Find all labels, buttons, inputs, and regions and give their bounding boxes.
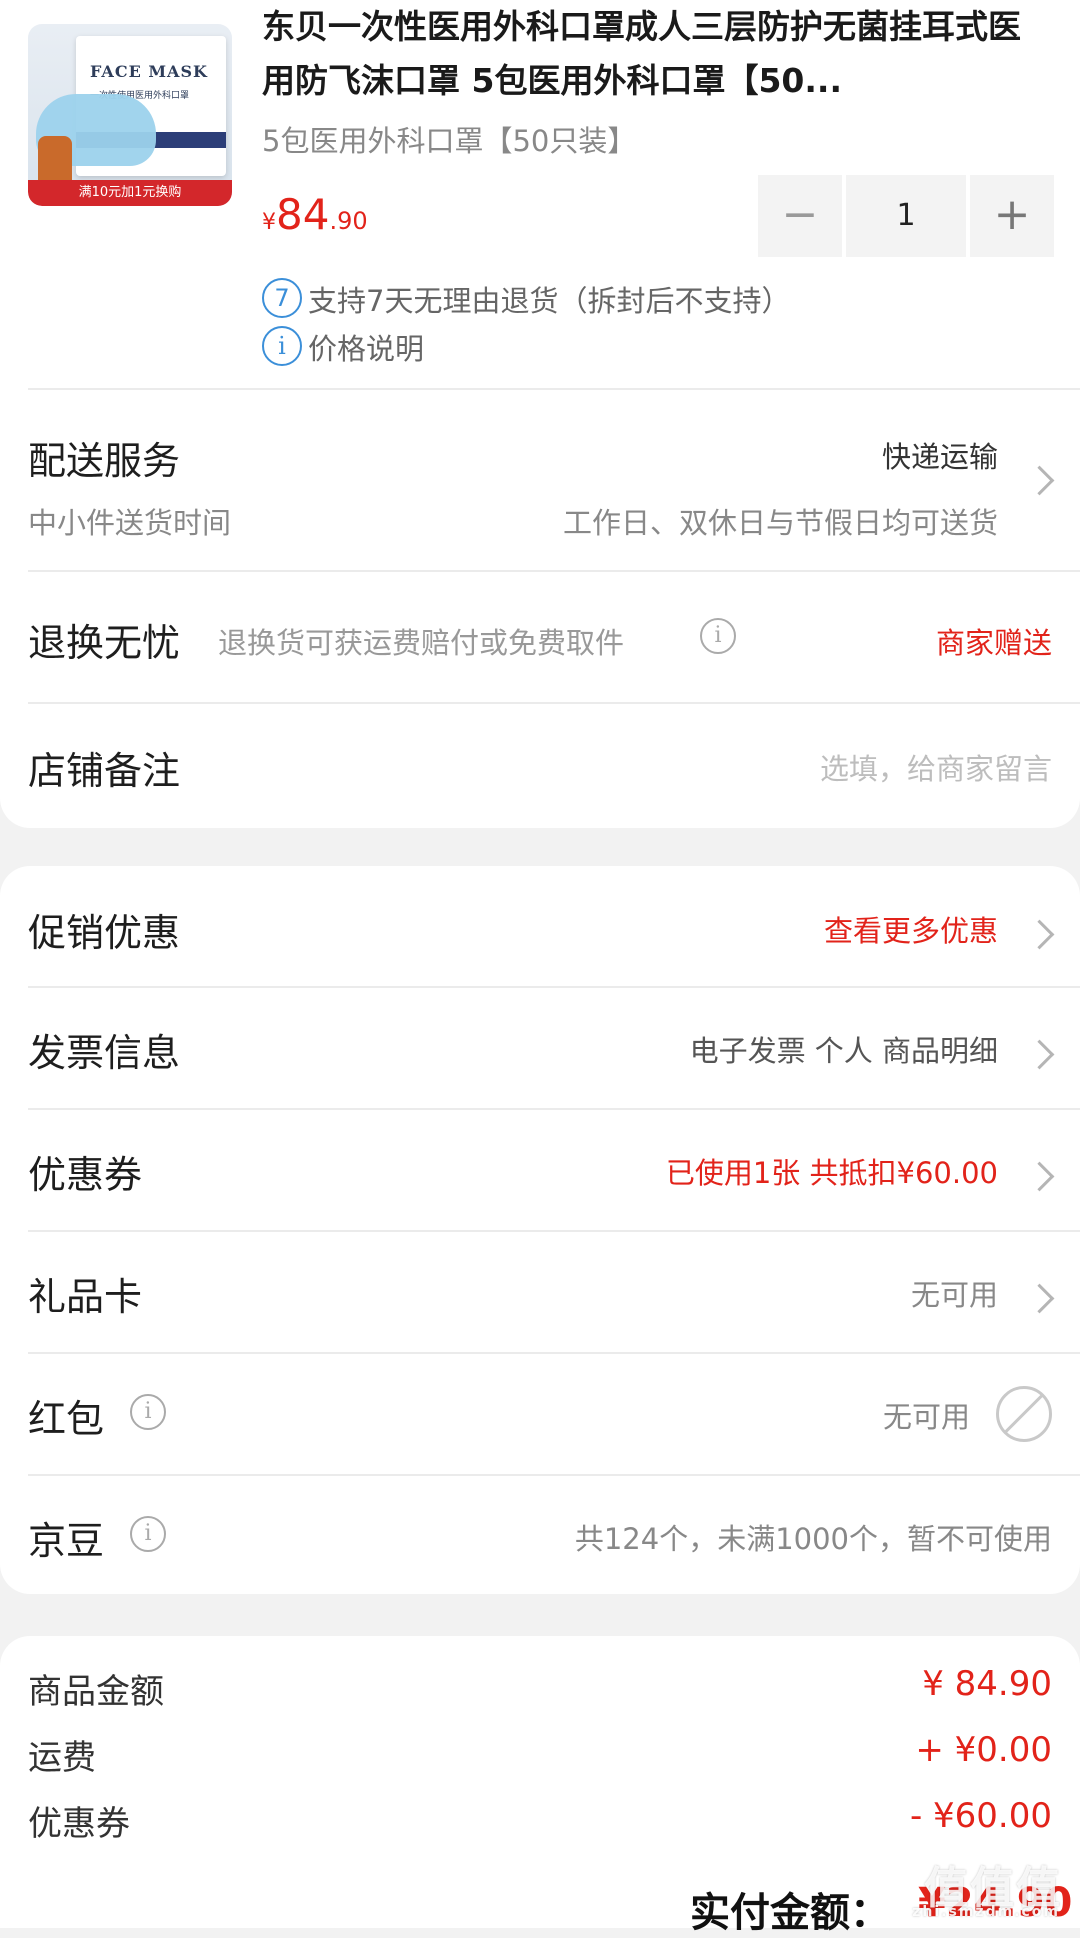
gift-card-value: 无可用 xyxy=(910,1278,998,1312)
increase-button[interactable]: + xyxy=(970,175,1054,257)
price-integer: 84 xyxy=(276,190,330,239)
delivery-label: 配送服务 xyxy=(28,439,181,483)
delivery-sub-label: 中小件送货时间 xyxy=(28,506,232,540)
divider xyxy=(28,702,1080,704)
info-icon[interactable]: i xyxy=(130,1516,166,1552)
info-icon: i xyxy=(262,326,302,366)
divider xyxy=(28,1230,1080,1232)
exchange-label: 退换无忧 xyxy=(28,621,181,665)
info-icon[interactable]: i xyxy=(130,1394,166,1430)
coupon-value: 已使用1张 共抵扣¥60.00 xyxy=(665,1156,998,1190)
price-decimal: .90 xyxy=(329,207,368,235)
coupon-discount-label: 优惠券 xyxy=(28,1804,130,1844)
coupon-label: 优惠券 xyxy=(28,1153,143,1197)
divider xyxy=(28,1108,1080,1110)
promotion-label: 促销优惠 xyxy=(28,911,181,955)
chevron-right-icon xyxy=(1024,919,1055,950)
gift-card-label: 礼品卡 xyxy=(28,1275,143,1319)
divider xyxy=(28,388,1080,390)
delivery-time-value: 工作日、双休日与节假日均可送货 xyxy=(562,506,998,540)
divider xyxy=(28,1474,1080,1476)
delivery-value: 快递运输 xyxy=(881,440,998,474)
order-item-card: FACE MASK 一次性使用医用外科口罩 满10元加1元换购 东贝一次性医用外… xyxy=(0,0,1080,828)
divider xyxy=(28,986,1080,988)
chevron-right-icon xyxy=(1024,1283,1055,1314)
product-variant[interactable]: 5包医用外科口罩【50只装】 xyxy=(262,118,636,160)
watermark-logo: 值值值 zhi.smzdm.com xyxy=(912,1852,1074,1922)
quantity-value[interactable]: 1 xyxy=(846,175,966,257)
store-note-label: 店铺备注 xyxy=(28,749,181,793)
total-pay-label: 实付金额： xyxy=(690,1890,890,1936)
product-price: ¥84.90 xyxy=(262,190,368,239)
invoice-value: 电子发票 个人 商品明细 xyxy=(689,1034,998,1068)
coupon-discount-value: - ¥60.00 xyxy=(909,1796,1052,1836)
product-title[interactable]: 东贝一次性医用外科口罩成人三层防护无菌挂耳式医用防飞沫口罩 5包医用外科口罩【5… xyxy=(262,0,1052,108)
package-title: FACE MASK xyxy=(90,62,208,81)
shipping-label: 运费 xyxy=(28,1738,96,1778)
promo-banner: 满10元加1元换购 xyxy=(28,180,232,206)
shipping-value: + ¥0.00 xyxy=(915,1730,1052,1770)
exchange-value: 商家赠送 xyxy=(935,626,1052,660)
store-note-input[interactable]: 选填，给商家留言 xyxy=(820,746,1052,788)
goods-amount-label: 商品金额 xyxy=(28,1672,164,1712)
red-packet-value: 无可用 xyxy=(882,1400,970,1434)
product-image[interactable]: FACE MASK 一次性使用医用外科口罩 满10元加1元换购 xyxy=(28,24,232,206)
promotion-value: 查看更多优惠 xyxy=(823,914,998,948)
watermark-sub: zhi.smzdm.com xyxy=(912,1904,1060,1920)
seven-day-return-icon: 7 xyxy=(262,278,302,318)
chevron-right-icon xyxy=(1024,1039,1055,1070)
invoice-label: 发票信息 xyxy=(28,1031,181,1075)
goods-amount-value: ¥ 84.90 xyxy=(922,1664,1052,1704)
price-currency: ¥ xyxy=(262,210,276,235)
decrease-button[interactable]: − xyxy=(758,175,842,257)
jingdou-label: 京豆 xyxy=(28,1519,105,1563)
disabled-icon xyxy=(996,1386,1052,1442)
price-info-link[interactable]: 价格说明 xyxy=(308,326,424,368)
exchange-desc: 退换货可获运费赔付或免费取件 xyxy=(218,626,625,660)
chevron-right-icon xyxy=(1024,465,1055,496)
divider xyxy=(28,570,1080,572)
offers-card: 促销优惠 查看更多优惠 发票信息 电子发票 个人 商品明细 优惠券 已使用1张 … xyxy=(0,866,1080,1594)
return-policy-text[interactable]: 支持7天无理由退货（拆封后不支持） xyxy=(308,278,790,320)
divider xyxy=(28,1352,1080,1354)
info-icon[interactable]: i xyxy=(700,618,736,654)
chevron-right-icon xyxy=(1024,1161,1055,1192)
red-packet-label: 红包 xyxy=(28,1397,105,1441)
jingdou-value: 共124个，未满1000个，暂不可使用 xyxy=(574,1522,1052,1556)
